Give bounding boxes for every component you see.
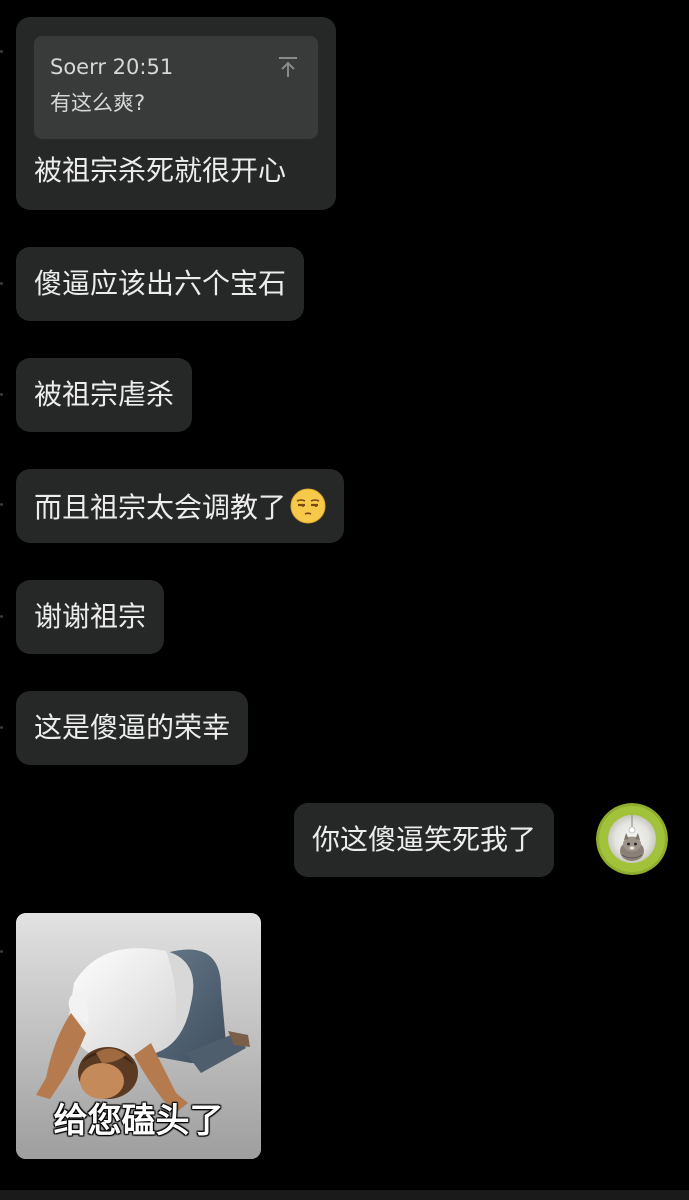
message-text: 而且祖宗太会调教了 — [34, 491, 287, 524]
message-content: 而且祖宗太会调教了 — [16, 469, 344, 545]
jump-to-top-icon[interactable] — [278, 56, 298, 78]
quoted-author-time: Soerr 20:51 — [50, 55, 174, 79]
quoted-message[interactable]: Soerr 20:51 有这么爽? — [34, 36, 318, 139]
edge-marker — [0, 393, 3, 396]
kneeling-man-kowtow-sticker[interactable]: 给您磕头了 — [16, 913, 261, 1159]
message-bubble-with-quote[interactable]: Soerr 20:51 有这么爽? 被祖宗杀死就很开心 — [16, 17, 336, 210]
edge-marker — [0, 50, 3, 53]
message-bubble[interactable]: 傻逼应该出六个宝石 — [16, 247, 305, 321]
quoted-text: 有这么爽? — [50, 91, 146, 115]
unamused-face-emoji — [290, 488, 326, 524]
message-bubble[interactable]: 这是傻逼的荣幸 — [16, 691, 249, 765]
message-text: 谢谢祖宗 — [34, 600, 147, 633]
avatar-image — [596, 803, 668, 875]
cat-in-green-ring-avatar[interactable] — [596, 803, 668, 875]
message-bubble[interactable]: 而且祖宗太会调教了 — [16, 469, 345, 545]
edge-marker — [0, 503, 3, 506]
sticker-caption: 给您磕头了 — [53, 1101, 224, 1141]
message-text: 被祖宗虐杀 — [34, 378, 175, 411]
message-bubble[interactable]: 谢谢祖宗 — [16, 580, 165, 654]
edge-marker — [0, 726, 3, 729]
message-text: 这是傻逼的荣幸 — [34, 711, 231, 744]
edge-marker — [0, 950, 3, 953]
message-bubble[interactable]: 被祖宗虐杀 — [16, 358, 193, 432]
message-text: 被祖宗杀死就很开心 — [34, 154, 287, 187]
edge-marker — [0, 615, 3, 618]
input-bar-edge — [0, 1190, 689, 1200]
message-bubble-outgoing[interactable]: 你这傻逼笑死我了 — [294, 803, 555, 877]
message-text: 傻逼应该出六个宝石 — [34, 267, 287, 300]
message-text: 你这傻逼笑死我了 — [312, 823, 537, 856]
edge-marker — [0, 282, 3, 285]
